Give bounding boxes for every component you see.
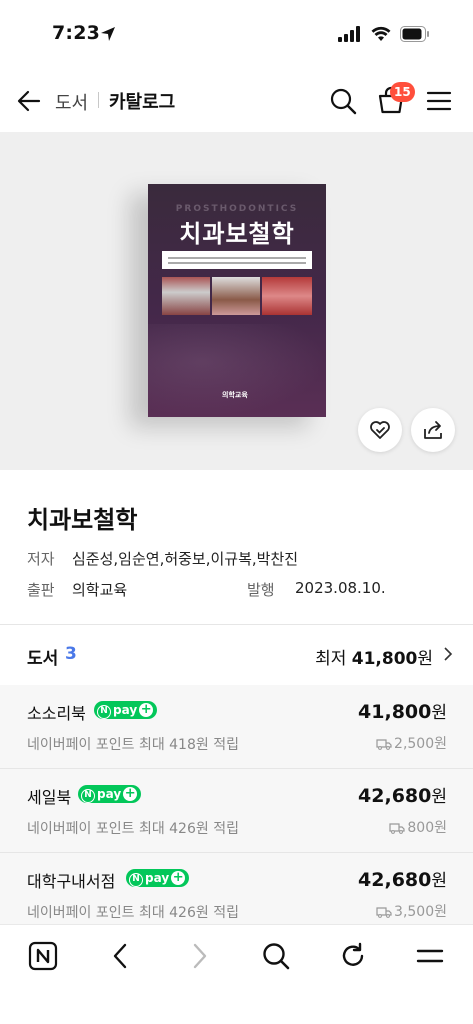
npay-badge: Npay + [78,785,142,803]
store-name: 대학구내서점 [27,872,116,891]
author-value[interactable]: 심준성,임순연,허중보,이규복,박찬진 [72,548,298,569]
search-icon[interactable] [329,87,357,115]
store-price: 41,800원 [358,701,447,723]
store-shipping: 2,500원 [376,733,447,753]
status-time: 7:23 [52,22,101,44]
store-point: 네이버페이 포인트 최대 426원 적립 [27,905,239,921]
browser-forward-icon [193,943,207,969]
author-label: 저자 [27,550,55,568]
lowest-price: 41,800 [351,649,418,669]
store-name: 세일북 [27,788,72,807]
wifi-icon [371,26,391,41]
back-arrow-icon[interactable] [16,88,42,114]
truck-icon [376,907,392,918]
cover-title: 치과보철학 [179,220,295,248]
cover-decoration [148,324,326,417]
signal-icon [338,26,360,42]
browser-search-icon[interactable] [261,941,291,971]
book-title: 치과보철학 [27,506,138,534]
browser-back-icon[interactable] [106,941,136,971]
browser-toolbar [0,924,473,1024]
lowest-price-link[interactable]: 최저 41,800원 [315,644,433,669]
lowest-unit: 원 [417,649,433,669]
status-bar: 7:23 [0,0,473,70]
publisher-label: 출판 [27,581,55,599]
lowest-prefix: 최저 [315,649,347,669]
breadcrumb-catalog: 카탈로그 [109,92,176,113]
location-arrow-icon [101,27,115,41]
publisher-value[interactable]: 의학교육 [72,579,127,600]
cover-subtitle: PROSTHODONTICS [175,204,299,214]
store-shipping: 800원 [389,817,447,837]
store-row[interactable]: 소소리북 Npay + 네이버페이 포인트 최대 418원 적립 41,800원 … [0,685,473,768]
share-icon [424,421,442,439]
cover-photos [162,277,312,315]
product-image-area: PROSTHODONTICS 치과보철학 의학교육 [0,132,473,470]
wishlist-heart-icon [370,421,390,439]
truck-icon [389,823,405,834]
browser-menu-icon[interactable] [415,941,445,971]
store-price: 42,680원 [358,869,447,891]
menu-icon[interactable] [426,89,452,113]
offers-count: 3 [65,644,77,664]
cover-authors-band [162,251,312,269]
share-button[interactable] [411,408,455,452]
store-point: 네이버페이 포인트 최대 426원 적립 [27,821,239,837]
store-point: 네이버페이 포인트 최대 418원 적립 [27,737,239,753]
section-divider [0,624,473,625]
battery-icon [400,26,429,42]
cover-publisher: 의학교육 [222,391,248,399]
store-row[interactable]: 세일북 Npay + 네이버페이 포인트 최대 426원 적립 42,680원 8… [0,769,473,852]
chevron-right-icon[interactable] [443,646,453,662]
cart-count-badge: 15 [390,82,415,102]
npay-badge: Npay + [94,701,158,719]
store-price: 42,680원 [358,785,447,807]
npay-badge: Npay + [126,869,190,887]
breadcrumb-books[interactable]: 도서 [55,89,88,115]
breadcrumb-divider [98,92,99,108]
store-name: 소소리북 [27,704,86,723]
date-label: 발행 [247,581,275,599]
offers-section-title: 도서 [27,649,59,669]
store-shipping: 3,500원 [376,901,447,921]
naver-home-icon[interactable] [28,941,58,971]
top-header: 도서 카탈로그 15 [0,70,473,132]
date-value: 2023.08.10. [295,579,386,597]
truck-icon [376,739,392,750]
wishlist-button[interactable] [358,408,402,452]
book-cover-image[interactable]: PROSTHODONTICS 치과보철학 의학교육 [148,184,326,417]
refresh-icon[interactable] [338,941,368,971]
